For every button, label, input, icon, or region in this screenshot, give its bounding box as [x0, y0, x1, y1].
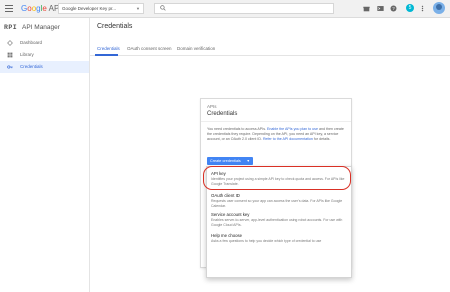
sidebar-item-credentials[interactable]: Credentials — [0, 61, 89, 73]
menu-item-description: Enables server-to-server, app-level auth… — [211, 218, 343, 227]
project-selector[interactable]: Google Developer Key pr... ▼ — [58, 3, 144, 14]
menu-item-description: Asks a few questions to help you decide … — [211, 239, 322, 243]
card-title: Credentials — [207, 111, 238, 117]
library-icon — [7, 52, 13, 58]
sidebar-item-label: Dashboard — [20, 40, 43, 45]
sidebar-item-dashboard[interactable]: Dashboard — [0, 37, 89, 49]
menu-item-oauth-client-id[interactable]: OAuth client ID Requests user consent so… — [211, 193, 349, 208]
enable-apis-link[interactable]: Enable the APIs you plan to use — [267, 127, 318, 131]
sidebar-item-library[interactable]: Library — [0, 49, 89, 61]
dashboard-icon — [7, 40, 13, 46]
notifications-badge[interactable]: 5 — [406, 4, 414, 12]
create-credentials-button[interactable]: Create credentials ▼ — [207, 157, 253, 165]
help-icon[interactable]: ? — [390, 4, 397, 13]
page-header: Credentials — [90, 18, 450, 37]
project-name: Google Developer Key pr... — [62, 6, 117, 11]
annotation-highlight — [203, 166, 351, 190]
active-tab-indicator — [95, 54, 118, 56]
chevron-down-icon: ▼ — [246, 159, 250, 163]
sidebar-item-label: Library — [20, 52, 34, 57]
top-bar: Google APIs Google Developer Key pr... ▼… — [0, 0, 450, 18]
desc-text: for details. — [312, 137, 331, 142]
api-logo: RPI — [4, 24, 18, 31]
avatar[interactable] — [433, 2, 445, 14]
api-docs-link[interactable]: Refer to the API documentation — [263, 137, 313, 141]
chevron-down-icon: ▼ — [136, 6, 140, 11]
create-credentials-label: Create credentials — [210, 159, 241, 163]
search-icon — [160, 5, 166, 11]
tab-domain-verification[interactable]: Domain verification — [177, 46, 215, 51]
nav-header: RPI API Manager — [0, 18, 90, 37]
page-title: Credentials — [97, 23, 133, 30]
desc-text: You need credentials to access APIs. — [207, 127, 267, 131]
tab-oauth-consent-screen[interactable]: OAuth consent screen — [127, 46, 172, 51]
card-description: You need credentials to access APIs. Ena… — [207, 127, 347, 143]
menu-item-service-account-key[interactable]: Service account key Enables server-to-se… — [211, 212, 349, 227]
tab-bar: Credentials OAuth consent screen Domain … — [90, 37, 450, 56]
gift-icon[interactable] — [363, 4, 370, 13]
menu-icon[interactable] — [5, 5, 13, 12]
menu-item-help-me-choose[interactable]: Help me choose Asks a few questions to h… — [211, 233, 349, 244]
sidebar: Dashboard Library Credentials — [0, 37, 90, 292]
card-subtitle: APIs — [207, 104, 217, 109]
key-icon — [7, 65, 13, 69]
sidebar-item-label: Credentials — [20, 64, 43, 69]
product-title: API Manager — [22, 24, 60, 31]
menu-item-description: Requests user consent so your app can ac… — [211, 199, 343, 208]
search-input[interactable] — [154, 3, 334, 14]
divider — [201, 121, 351, 122]
more-options-icon[interactable] — [419, 4, 426, 13]
tab-credentials[interactable]: Credentials — [97, 46, 120, 51]
cloud-shell-icon[interactable] — [377, 4, 384, 13]
